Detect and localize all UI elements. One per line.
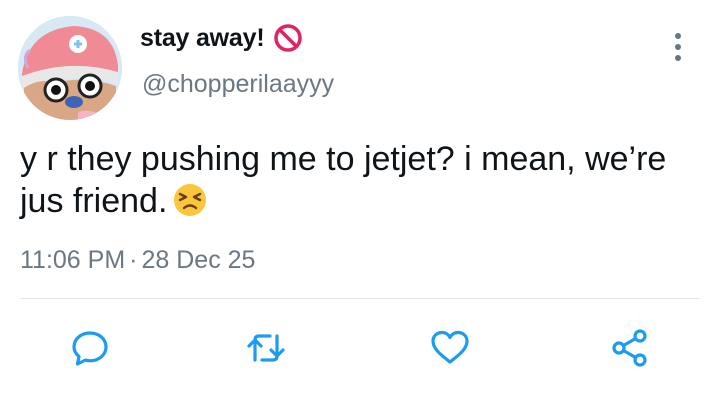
user-name-row: stay away! [140,22,304,54]
retweet-icon [247,334,285,362]
retweet-button[interactable] [244,326,288,370]
reply-button[interactable] [68,326,112,370]
tweet-text: y r they pushing me to jetjet? i mean, w… [20,140,667,220]
tweet-card: stay away! @chopperilaayyy y r they push… [0,0,720,397]
like-button[interactable] [428,326,472,370]
tweet-timestamp[interactable]: 11:06 PM · 28 Dec 25 [20,246,255,275]
more-dot-icon [675,33,681,39]
tweet-time: 11:06 PM [20,246,126,274]
persevering-face-emoji [173,183,207,217]
avatar[interactable] [18,16,122,120]
tweet-text-container: y r they pushing me to jetjet? i mean, w… [20,138,700,222]
share-button[interactable] [608,326,652,370]
user-handle[interactable]: @chopperilaayyy [142,70,334,99]
chat-bubble-icon [72,331,108,366]
more-options-button[interactable] [662,26,694,68]
chopper-avatar-icon [18,16,122,120]
tweet-date: 28 Dec 25 [141,246,256,274]
share-icon [612,329,647,367]
more-dot-icon [675,44,681,50]
prohibited-icon [272,22,304,54]
divider [20,298,700,299]
display-name[interactable]: stay away! [140,24,265,53]
heart-icon [431,330,469,364]
more-dot-icon [675,55,681,61]
meta-separator: · [129,246,138,274]
